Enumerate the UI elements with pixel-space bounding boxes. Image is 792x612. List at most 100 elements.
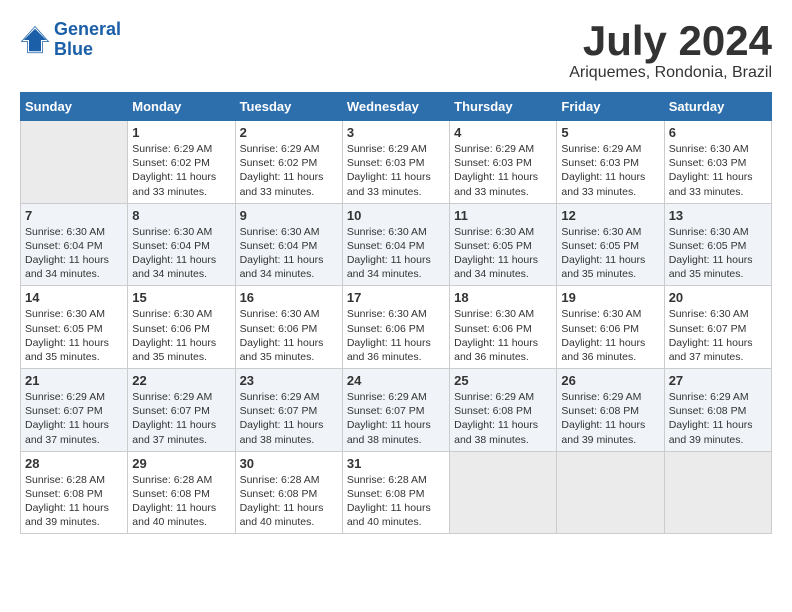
day-number: 31	[347, 456, 445, 471]
weekday-header-friday: Friday	[557, 93, 664, 121]
day-detail: Sunrise: 6:28 AM Sunset: 6:08 PM Dayligh…	[132, 473, 230, 530]
day-detail: Sunrise: 6:29 AM Sunset: 6:02 PM Dayligh…	[132, 142, 230, 199]
calendar-cell: 22 Sunrise: 6:29 AM Sunset: 6:07 PM Dayli…	[128, 369, 235, 452]
day-number: 21	[25, 373, 123, 388]
day-detail: Sunrise: 6:30 AM Sunset: 6:05 PM Dayligh…	[25, 307, 123, 364]
calendar-cell: 18 Sunrise: 6:30 AM Sunset: 6:06 PM Dayli…	[450, 286, 557, 369]
day-number: 29	[132, 456, 230, 471]
calendar-cell: 16Sunrise: 6:30 AM Sunset: 6:06 PM Dayli…	[235, 286, 342, 369]
calendar-cell: 6 Sunrise: 6:30 AM Sunset: 6:03 PM Daylig…	[664, 121, 771, 204]
day-detail: Sunrise: 6:30 AM Sunset: 6:03 PM Dayligh…	[669, 142, 767, 199]
weekday-header-saturday: Saturday	[664, 93, 771, 121]
calendar-cell: 12 Sunrise: 6:30 AM Sunset: 6:05 PM Dayli…	[557, 203, 664, 286]
day-number: 24	[347, 373, 445, 388]
logo-icon	[20, 25, 50, 55]
calendar-cell: 8 Sunrise: 6:30 AM Sunset: 6:04 PM Daylig…	[128, 203, 235, 286]
day-number: 7	[25, 208, 123, 223]
title-block: July 2024 Ariquemes, Rondonia, Brazil	[569, 20, 772, 82]
calendar-week-2: 7 Sunrise: 6:30 AM Sunset: 6:04 PM Daylig…	[21, 203, 772, 286]
calendar-cell: 26 Sunrise: 6:29 AM Sunset: 6:08 PM Dayli…	[557, 369, 664, 452]
logo-text: General Blue	[54, 20, 121, 60]
calendar-cell: 20 Sunrise: 6:30 AM Sunset: 6:07 PM Dayli…	[664, 286, 771, 369]
calendar-body: 1 Sunrise: 6:29 AM Sunset: 6:02 PM Daylig…	[21, 121, 772, 534]
day-detail: Sunrise: 6:28 AM Sunset: 6:08 PM Dayligh…	[25, 473, 123, 530]
day-number: 6	[669, 125, 767, 140]
day-detail: Sunrise: 6:30 AM Sunset: 6:05 PM Dayligh…	[454, 225, 552, 282]
day-detail: Sunrise: 6:30 AM Sunset: 6:04 PM Dayligh…	[240, 225, 338, 282]
weekday-header-monday: Monday	[128, 93, 235, 121]
calendar-cell: 13 Sunrise: 6:30 AM Sunset: 6:05 PM Dayli…	[664, 203, 771, 286]
calendar-cell: 29 Sunrise: 6:28 AM Sunset: 6:08 PM Dayli…	[128, 451, 235, 534]
day-number: 8	[132, 208, 230, 223]
calendar-week-3: 14 Sunrise: 6:30 AM Sunset: 6:05 PM Dayli…	[21, 286, 772, 369]
location: Ariquemes, Rondonia, Brazil	[569, 64, 772, 82]
month-title: July 2024	[569, 20, 772, 62]
day-number: 11	[454, 208, 552, 223]
day-detail: Sunrise: 6:30 AM Sunset: 6:06 PM Dayligh…	[454, 307, 552, 364]
weekday-header-sunday: Sunday	[21, 93, 128, 121]
calendar-cell: 7 Sunrise: 6:30 AM Sunset: 6:04 PM Daylig…	[21, 203, 128, 286]
day-detail: Sunrise: 6:28 AM Sunset: 6:08 PM Dayligh…	[240, 473, 338, 530]
day-detail: Sunrise: 6:29 AM Sunset: 6:07 PM Dayligh…	[132, 390, 230, 447]
day-number: 2	[240, 125, 338, 140]
calendar-cell: 19Sunrise: 6:30 AM Sunset: 6:06 PM Dayli…	[557, 286, 664, 369]
calendar-cell: 17 Sunrise: 6:30 AM Sunset: 6:06 PM Dayli…	[342, 286, 449, 369]
day-number: 3	[347, 125, 445, 140]
calendar-cell	[557, 451, 664, 534]
day-detail: Sunrise: 6:30 AM Sunset: 6:06 PM Dayligh…	[240, 307, 338, 364]
calendar-cell: 30 Sunrise: 6:28 AM Sunset: 6:08 PM Dayli…	[235, 451, 342, 534]
day-number: 13	[669, 208, 767, 223]
weekday-header-row: SundayMondayTuesdayWednesdayThursdayFrid…	[21, 93, 772, 121]
day-detail: Sunrise: 6:30 AM Sunset: 6:04 PM Dayligh…	[347, 225, 445, 282]
day-number: 4	[454, 125, 552, 140]
day-detail: Sunrise: 6:29 AM Sunset: 6:08 PM Dayligh…	[454, 390, 552, 447]
calendar-cell: 9 Sunrise: 6:30 AM Sunset: 6:04 PM Daylig…	[235, 203, 342, 286]
logo-line1: General	[54, 19, 121, 39]
day-number: 9	[240, 208, 338, 223]
day-number: 23	[240, 373, 338, 388]
day-number: 22	[132, 373, 230, 388]
day-detail: Sunrise: 6:29 AM Sunset: 6:02 PM Dayligh…	[240, 142, 338, 199]
day-detail: Sunrise: 6:30 AM Sunset: 6:05 PM Dayligh…	[561, 225, 659, 282]
day-number: 14	[25, 290, 123, 305]
calendar-cell: 24Sunrise: 6:29 AM Sunset: 6:07 PM Dayli…	[342, 369, 449, 452]
logo: General Blue	[20, 20, 121, 60]
day-detail: Sunrise: 6:29 AM Sunset: 6:03 PM Dayligh…	[454, 142, 552, 199]
day-detail: Sunrise: 6:29 AM Sunset: 6:03 PM Dayligh…	[347, 142, 445, 199]
day-number: 17	[347, 290, 445, 305]
calendar-cell: 25Sunrise: 6:29 AM Sunset: 6:08 PM Dayli…	[450, 369, 557, 452]
day-detail: Sunrise: 6:29 AM Sunset: 6:07 PM Dayligh…	[240, 390, 338, 447]
calendar-cell: 27 Sunrise: 6:29 AM Sunset: 6:08 PM Dayli…	[664, 369, 771, 452]
calendar-cell: 28 Sunrise: 6:28 AM Sunset: 6:08 PM Dayli…	[21, 451, 128, 534]
calendar-cell: 11 Sunrise: 6:30 AM Sunset: 6:05 PM Dayli…	[450, 203, 557, 286]
calendar-cell: 21Sunrise: 6:29 AM Sunset: 6:07 PM Dayli…	[21, 369, 128, 452]
calendar-cell	[450, 451, 557, 534]
calendar-cell: 10 Sunrise: 6:30 AM Sunset: 6:04 PM Dayli…	[342, 203, 449, 286]
day-detail: Sunrise: 6:28 AM Sunset: 6:08 PM Dayligh…	[347, 473, 445, 530]
day-number: 30	[240, 456, 338, 471]
day-detail: Sunrise: 6:30 AM Sunset: 6:04 PM Dayligh…	[25, 225, 123, 282]
day-number: 27	[669, 373, 767, 388]
day-detail: Sunrise: 6:30 AM Sunset: 6:04 PM Dayligh…	[132, 225, 230, 282]
weekday-header-tuesday: Tuesday	[235, 93, 342, 121]
day-number: 19	[561, 290, 659, 305]
calendar-cell	[21, 121, 128, 204]
day-number: 10	[347, 208, 445, 223]
day-number: 12	[561, 208, 659, 223]
day-detail: Sunrise: 6:30 AM Sunset: 6:07 PM Dayligh…	[669, 307, 767, 364]
day-number: 18	[454, 290, 552, 305]
calendar-cell: 15Sunrise: 6:30 AM Sunset: 6:06 PM Dayli…	[128, 286, 235, 369]
weekday-header-wednesday: Wednesday	[342, 93, 449, 121]
calendar-cell: 2 Sunrise: 6:29 AM Sunset: 6:02 PM Daylig…	[235, 121, 342, 204]
logo-line2: Blue	[54, 40, 121, 60]
day-number: 28	[25, 456, 123, 471]
calendar-week-5: 28 Sunrise: 6:28 AM Sunset: 6:08 PM Dayli…	[21, 451, 772, 534]
day-detail: Sunrise: 6:29 AM Sunset: 6:08 PM Dayligh…	[561, 390, 659, 447]
day-detail: Sunrise: 6:30 AM Sunset: 6:06 PM Dayligh…	[347, 307, 445, 364]
day-detail: Sunrise: 6:30 AM Sunset: 6:05 PM Dayligh…	[669, 225, 767, 282]
day-number: 1	[132, 125, 230, 140]
day-number: 20	[669, 290, 767, 305]
day-detail: Sunrise: 6:29 AM Sunset: 6:08 PM Dayligh…	[669, 390, 767, 447]
calendar-cell: 23 Sunrise: 6:29 AM Sunset: 6:07 PM Dayli…	[235, 369, 342, 452]
day-number: 26	[561, 373, 659, 388]
